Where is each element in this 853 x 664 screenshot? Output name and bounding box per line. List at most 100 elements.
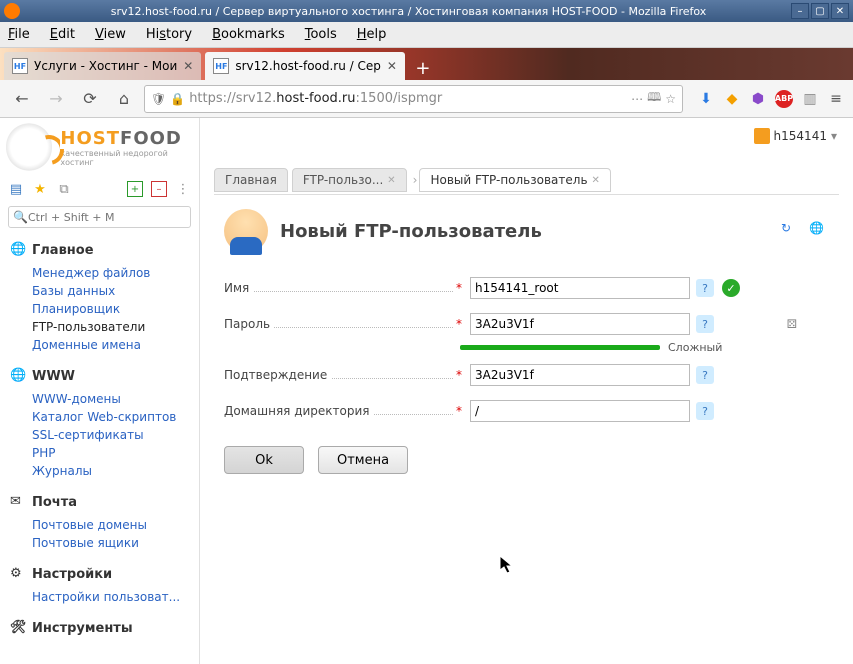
- sidebar-item[interactable]: Журналы: [32, 462, 189, 480]
- sidebar-section-head[interactable]: 🌐 WWW: [10, 368, 189, 384]
- user-name: h154141: [774, 129, 827, 143]
- url-bar[interactable]: 🛡 🔒 https://srv12.host-food.ru:1500/ispm…: [144, 85, 683, 113]
- nav-back-button[interactable]: ←: [8, 85, 36, 113]
- sidebar-item[interactable]: Базы данных: [32, 282, 189, 300]
- logo-text: HOSTFOOD: [60, 128, 199, 149]
- sidebar-search-input[interactable]: [28, 211, 186, 224]
- adblock-icon[interactable]: ABP: [775, 90, 793, 108]
- password-input[interactable]: [470, 313, 690, 335]
- breadcrumb-item[interactable]: Новый FTP-пользователь✕: [419, 168, 610, 192]
- navbar: ← → ⟳ ⌂ 🛡 🔒 https://srv12.host-food.ru:1…: [0, 80, 853, 118]
- sidebar-item[interactable]: Настройки пользоват...: [32, 588, 189, 606]
- ok-button[interactable]: Ok: [224, 446, 304, 474]
- sidebar: HOSTFOOD качественный недорогой хостинг …: [0, 118, 200, 664]
- sidebar-item[interactable]: Каталог Web-скриптов: [32, 408, 189, 426]
- password-generate-icon[interactable]: ⚄: [787, 317, 797, 331]
- search-icon: 🔍: [13, 210, 28, 224]
- sidebar-section-head[interactable]: 🌐 Главное: [10, 242, 189, 258]
- logo: HOSTFOOD качественный недорогой хостинг: [0, 118, 199, 176]
- toolbar-menu-icon[interactable]: ⋮: [175, 181, 191, 197]
- help-icon[interactable]: ?: [696, 402, 714, 420]
- tab-label: Услуги - Хостинг - Мои: [34, 59, 177, 73]
- extension-icon[interactable]: ◆: [723, 90, 741, 108]
- help-globe-icon[interactable]: 🌐: [809, 221, 829, 241]
- window-maximize-button[interactable]: ▢: [811, 3, 829, 19]
- breadcrumb-item[interactable]: FTP-пользо... ✕: [292, 168, 407, 192]
- chevron-right-icon: ›: [413, 173, 418, 187]
- valid-icon: ✓: [722, 279, 740, 297]
- sidebar-item[interactable]: Менеджер файлов: [32, 264, 189, 282]
- label-confirm: Подтверждение: [224, 368, 331, 382]
- breadcrumb-close-icon[interactable]: ✕: [387, 175, 395, 186]
- bookmark-star-icon[interactable]: ☆: [665, 92, 676, 106]
- globe-icon: 🌐: [10, 242, 26, 258]
- help-icon[interactable]: ?: [696, 279, 714, 297]
- toolbar-expand-icon[interactable]: +: [127, 181, 143, 197]
- browser-tab-0[interactable]: HF Услуги - Хостинг - Мои ✕: [4, 52, 201, 80]
- sidebar-section-head[interactable]: ⚙ Настройки: [10, 566, 189, 582]
- cancel-button[interactable]: Отмена: [318, 446, 408, 474]
- name-input[interactable]: [470, 277, 690, 299]
- menu-tools[interactable]: Tools: [305, 27, 337, 42]
- breadcrumb-close-icon[interactable]: ✕: [592, 175, 600, 186]
- required-icon: *: [454, 368, 464, 382]
- avatar-icon: [754, 128, 770, 144]
- shield-icon[interactable]: 🛡: [151, 92, 166, 106]
- sidebar-section-head[interactable]: 🛠 Инструменты: [10, 620, 189, 636]
- toolbar-star-icon[interactable]: ★: [32, 181, 48, 197]
- download-icon[interactable]: ⬇: [697, 90, 715, 108]
- menu-bookmarks[interactable]: Bookmarks: [212, 27, 285, 42]
- menu-help[interactable]: Help: [357, 27, 387, 42]
- window-close-button[interactable]: ✕: [831, 3, 849, 19]
- homedir-input[interactable]: [470, 400, 690, 422]
- toolbar-list-icon[interactable]: ▤: [8, 181, 24, 197]
- browser-tab-1[interactable]: HF srv12.host-food.ru / Сер ✕: [205, 52, 405, 80]
- label-homedir: Домашняя директория: [224, 404, 374, 418]
- nav-forward-button[interactable]: →: [42, 85, 70, 113]
- breadcrumb: Главная FTP-пользо... ✕ ›Новый FTP-пользова…: [214, 166, 853, 194]
- menu-edit[interactable]: Edit: [50, 27, 75, 42]
- sidebar-item[interactable]: WWW-домены: [32, 390, 189, 408]
- refresh-icon[interactable]: ↻: [781, 221, 801, 241]
- help-icon[interactable]: ?: [696, 366, 714, 384]
- toolbar-collapse-icon[interactable]: –: [151, 181, 167, 197]
- menu-file[interactable]: File: [8, 27, 30, 42]
- sidebar-toggle-icon[interactable]: ▥: [801, 90, 819, 108]
- sidebar-item[interactable]: Почтовые домены: [32, 516, 189, 534]
- menu-history[interactable]: History: [146, 27, 192, 42]
- sidebar-section-title: WWW: [32, 369, 75, 384]
- help-icon[interactable]: ?: [696, 315, 714, 333]
- user-badge[interactable]: h154141 ▾: [754, 128, 837, 144]
- tab-close-icon[interactable]: ✕: [183, 59, 193, 73]
- sidebar-item[interactable]: PHP: [32, 444, 189, 462]
- reader-icon[interactable]: 🕮: [647, 88, 661, 109]
- breadcrumb-item[interactable]: Главная: [214, 168, 288, 192]
- extension-icon-2[interactable]: ⬢: [749, 90, 767, 108]
- nav-home-button[interactable]: ⌂: [110, 85, 138, 113]
- window-minimize-button[interactable]: –: [791, 3, 809, 19]
- required-icon: *: [454, 281, 464, 295]
- url-more-icon[interactable]: ⋯: [631, 92, 643, 106]
- new-tab-button[interactable]: +: [409, 56, 437, 80]
- sidebar-item[interactable]: Доменные имена: [32, 336, 189, 354]
- breadcrumb-label: Главная: [225, 173, 277, 187]
- toolbar-copy-icon[interactable]: ⧉: [56, 181, 72, 197]
- sidebar-item[interactable]: Почтовые ящики: [32, 534, 189, 552]
- sidebar-item[interactable]: Планировщик: [32, 300, 189, 318]
- mail-icon: ✉: [10, 494, 26, 510]
- sidebar-section-head[interactable]: ✉ Почта: [10, 494, 189, 510]
- main-panel: h154141 ▾ Главная FTP-пользо... ✕ ›Новый FT…: [200, 118, 853, 664]
- hamburger-menu-icon[interactable]: ≡: [827, 90, 845, 108]
- confirm-input[interactable]: [470, 364, 690, 386]
- sidebar-search[interactable]: 🔍: [8, 206, 191, 228]
- nav-reload-button[interactable]: ⟳: [76, 85, 104, 113]
- sidebar-item[interactable]: SSL-сертификаты: [32, 426, 189, 444]
- sidebar-toolbar: ▤ ★ ⧉ + – ⋮: [0, 176, 199, 202]
- tab-close-icon[interactable]: ✕: [387, 59, 397, 73]
- user-menu-chevron-icon[interactable]: ▾: [831, 129, 837, 143]
- lock-icon[interactable]: 🔒: [170, 92, 185, 106]
- sidebar-item[interactable]: FTP-пользователи: [32, 318, 189, 336]
- sidebar-section-title: Инструменты: [32, 621, 133, 636]
- menu-view[interactable]: View: [95, 27, 126, 42]
- breadcrumb-label: FTP-пользо...: [303, 173, 383, 187]
